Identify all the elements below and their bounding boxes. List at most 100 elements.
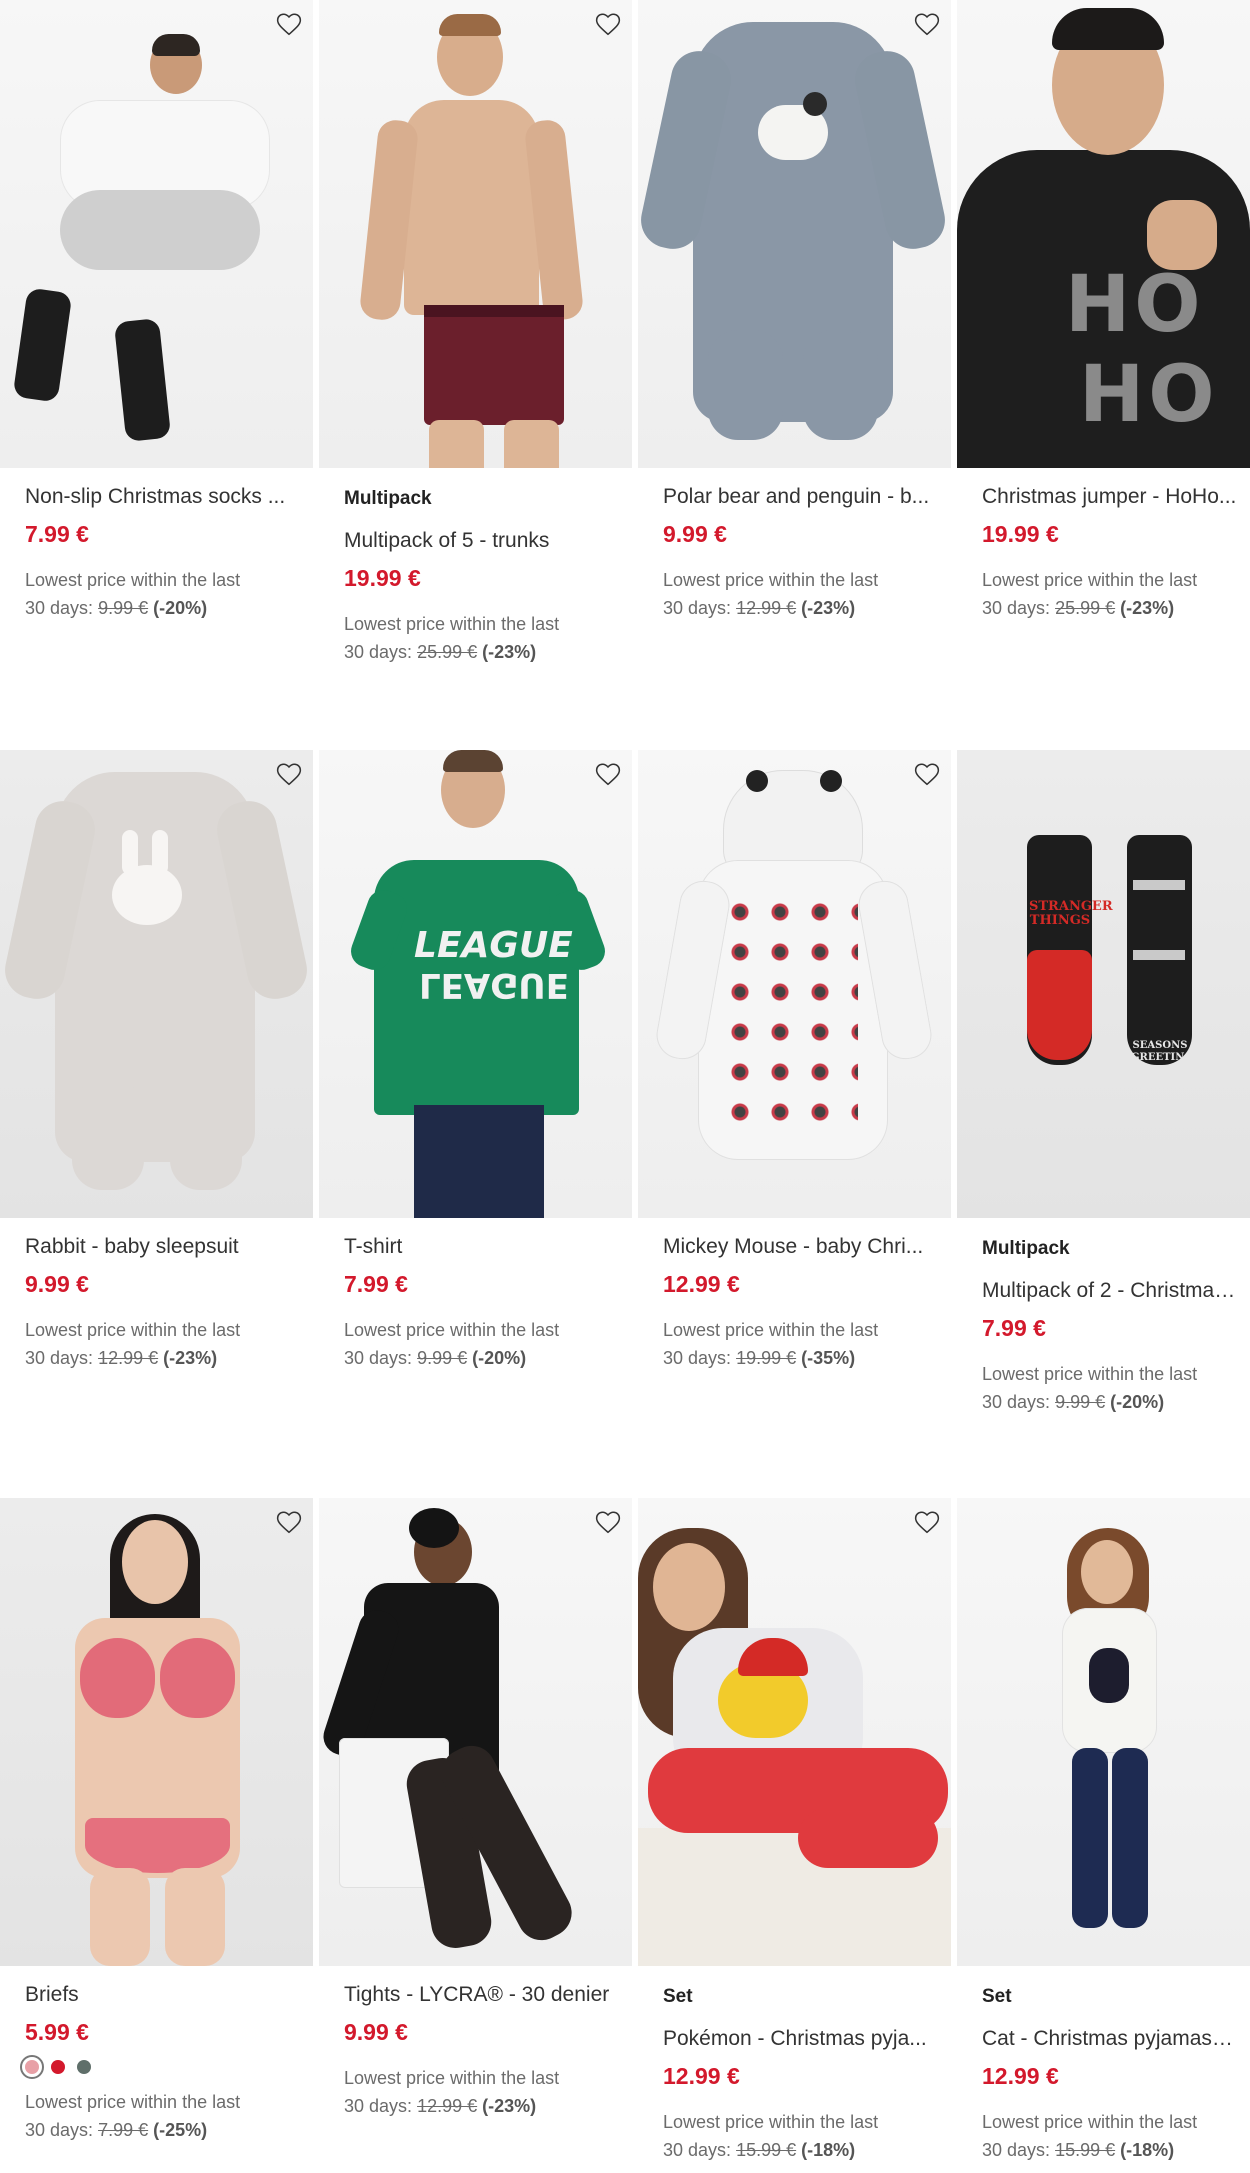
- lowest-price-label: Lowest price within the last: [663, 2112, 879, 2132]
- product-image[interactable]: [0, 750, 313, 1218]
- product-name[interactable]: Tights - LYCRA® - 30 denier: [344, 1982, 614, 2008]
- product-image[interactable]: [319, 1498, 632, 1966]
- product-name[interactable]: Multipack of 5 - trunks: [344, 528, 614, 554]
- color-swatch-pink[interactable]: [20, 2055, 44, 2079]
- product-price: 9.99 €: [25, 1271, 89, 1297]
- product-price: 7.99 €: [25, 521, 89, 547]
- lowest-price-label: Lowest price within the last: [344, 1320, 560, 1340]
- product-name[interactable]: Briefs: [25, 1982, 295, 2008]
- old-price: 9.99 €: [98, 598, 149, 618]
- old-price: 15.99 €: [1055, 2140, 1116, 2160]
- old-price: 7.99 €: [98, 2120, 149, 2140]
- discount-badge: (-23%): [482, 642, 537, 662]
- product-image[interactable]: LEAGUE LEAGUE: [319, 750, 632, 1218]
- lowest-price-label: Lowest price within the last: [344, 2068, 560, 2088]
- product-card[interactable]: Set Pokémon - Christmas pyja... 12.99 € …: [638, 1498, 951, 2164]
- product-name[interactable]: Mickey Mouse - baby Chri...: [663, 1234, 933, 1260]
- discount-badge: (-35%): [801, 1348, 856, 1368]
- color-swatch-green[interactable]: [77, 2060, 91, 2074]
- discount-badge: (-23%): [1120, 598, 1175, 618]
- product-image[interactable]: [319, 0, 632, 468]
- lowest-days-label: 30 days:: [663, 598, 732, 618]
- lowest-price-note: Lowest price within the last 30 days: 9.…: [982, 1360, 1250, 1416]
- lowest-price-label: Lowest price within the last: [982, 1364, 1198, 1384]
- lowest-price-label: Lowest price within the last: [663, 570, 879, 590]
- product-price: 12.99 €: [663, 1271, 740, 1297]
- product-name[interactable]: Cat - Christmas pyjamas - ...: [982, 2026, 1237, 2052]
- product-price: 5.99 €: [25, 2019, 89, 2045]
- color-swatches: [20, 2055, 313, 2079]
- wishlist-button[interactable]: [594, 1508, 622, 1536]
- old-price: 15.99 €: [736, 2140, 797, 2160]
- product-image[interactable]: [638, 750, 951, 1218]
- lowest-days-label: 30 days:: [344, 1348, 413, 1368]
- heart-outline-icon: [276, 1511, 302, 1534]
- product-name[interactable]: Rabbit - baby sleepsuit: [25, 1234, 295, 1260]
- product-name[interactable]: Non-slip Christmas socks ...: [25, 484, 295, 510]
- product-image[interactable]: [0, 1498, 313, 1966]
- wishlist-button[interactable]: [594, 10, 622, 38]
- socks-greeting-text: SEASONS GREETINGS: [1131, 1040, 1201, 1063]
- product-image[interactable]: [638, 0, 951, 468]
- heart-outline-icon: [595, 763, 621, 786]
- old-price: 12.99 €: [736, 598, 797, 618]
- jumper-print-line-2: HO: [1079, 350, 1219, 440]
- product-card[interactable]: Rabbit - baby sleepsuit 9.99 € Lowest pr…: [0, 750, 313, 1372]
- lowest-price-note: Lowest price within the last 30 days: 12…: [663, 566, 951, 622]
- lowest-price-note: Lowest price within the last 30 days: 9.…: [344, 1316, 632, 1372]
- lowest-price-note: Lowest price within the last 30 days: 12…: [344, 2064, 632, 2120]
- discount-badge: (-18%): [801, 2140, 856, 2160]
- product-card[interactable]: Briefs 5.99 € Lowest price within the la…: [0, 1498, 313, 2144]
- wishlist-button[interactable]: [913, 760, 941, 788]
- product-card[interactable]: Set Cat - Christmas pyjamas - ... 12.99 …: [957, 1498, 1250, 2164]
- product-name[interactable]: Polar bear and penguin - b...: [663, 484, 933, 510]
- wishlist-button[interactable]: [275, 760, 303, 788]
- product-card[interactable]: Mickey Mouse - baby Chri... 12.99 € Lowe…: [638, 750, 951, 1372]
- product-card[interactable]: Multipack Multipack of 5 - trunks 19.99 …: [319, 0, 632, 666]
- product-name[interactable]: T-shirt: [344, 1234, 614, 1260]
- product-price: 12.99 €: [982, 2063, 1059, 2089]
- product-image[interactable]: HO HO: [957, 0, 1250, 468]
- product-card[interactable]: Tights - LYCRA® - 30 denier 9.99 € Lowes…: [319, 1498, 632, 2120]
- product-image[interactable]: [957, 1498, 1250, 1966]
- lowest-price-note: Lowest price within the last 30 days: 7.…: [25, 2088, 313, 2144]
- old-price: 25.99 €: [417, 642, 478, 662]
- product-price: 7.99 €: [982, 1315, 1046, 1341]
- lowest-price-note: Lowest price within the last 30 days: 19…: [663, 1316, 951, 1372]
- lowest-price-note: Lowest price within the last 30 days: 25…: [982, 566, 1250, 622]
- lowest-price-label: Lowest price within the last: [982, 2112, 1198, 2132]
- wishlist-button[interactable]: [913, 10, 941, 38]
- product-card[interactable]: LEAGUE LEAGUE T-shirt 7.99 € Lowest pric…: [319, 750, 632, 1372]
- product-tag: Multipack: [344, 488, 432, 509]
- old-price: 9.99 €: [417, 1348, 468, 1368]
- discount-badge: (-20%): [153, 598, 208, 618]
- product-tag: Set: [982, 1986, 1012, 2007]
- product-card[interactable]: STRANGER THINGS SEASONS GREETINGS Multip…: [957, 750, 1250, 1416]
- wishlist-button[interactable]: [913, 1508, 941, 1536]
- heart-outline-icon: [595, 1511, 621, 1534]
- product-card[interactable]: Non-slip Christmas socks ... 7.99 € Lowe…: [0, 0, 313, 622]
- tshirt-print-line-1: LEAGUE: [414, 925, 573, 966]
- old-price: 25.99 €: [1055, 598, 1116, 618]
- product-image[interactable]: [0, 0, 313, 468]
- jumper-print-line-1: HO: [1065, 260, 1205, 350]
- product-card[interactable]: HO HO Christmas jumper - HoHo... 19.99 €…: [957, 0, 1250, 622]
- lowest-price-note: Lowest price within the last 30 days: 12…: [25, 1316, 313, 1372]
- discount-badge: (-23%): [163, 1348, 218, 1368]
- wishlist-button[interactable]: [275, 1508, 303, 1536]
- product-tag: Multipack: [982, 1238, 1070, 1259]
- lowest-days-label: 30 days:: [982, 1392, 1051, 1412]
- wishlist-button[interactable]: [275, 10, 303, 38]
- product-name[interactable]: Christmas jumper - HoHo...: [982, 484, 1237, 510]
- lowest-price-label: Lowest price within the last: [25, 570, 241, 590]
- lowest-price-note: Lowest price within the last 30 days: 9.…: [25, 566, 313, 622]
- product-card[interactable]: Polar bear and penguin - b... 9.99 € Low…: [638, 0, 951, 622]
- product-image[interactable]: [638, 1498, 951, 1966]
- wishlist-button[interactable]: [594, 760, 622, 788]
- product-image[interactable]: STRANGER THINGS SEASONS GREETINGS: [957, 750, 1250, 1218]
- product-name[interactable]: Multipack of 2 - Christmas ...: [982, 1278, 1237, 1304]
- color-swatch-red[interactable]: [51, 2060, 65, 2074]
- product-name[interactable]: Pokémon - Christmas pyja...: [663, 2026, 933, 2052]
- lowest-days-label: 30 days:: [663, 1348, 732, 1368]
- heart-outline-icon: [914, 13, 940, 36]
